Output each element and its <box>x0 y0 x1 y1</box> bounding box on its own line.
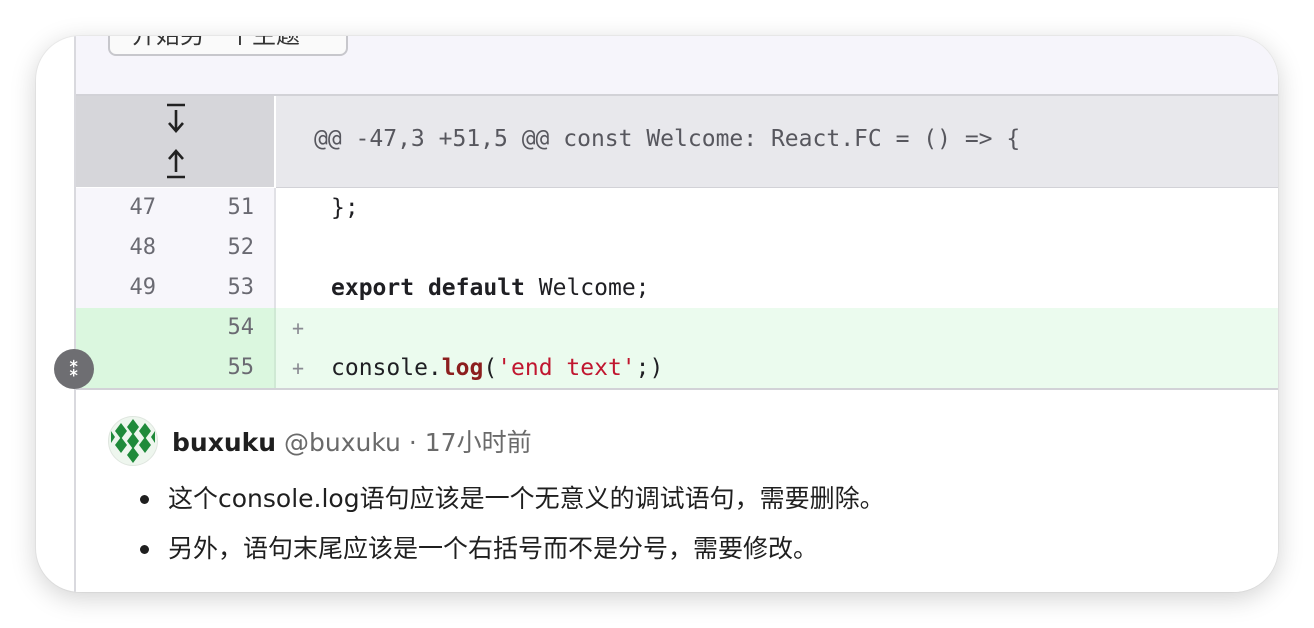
start-thread-button[interactable]: 开始另一个主题 <box>108 36 348 56</box>
code-punctuation: ;) <box>635 355 664 381</box>
comment-bullet: 这个console.log语句应该是一个无意义的调试语句，需要删除。 <box>140 474 885 524</box>
old-line-number[interactable]: 49 <box>76 268 157 308</box>
avatar[interactable] <box>108 416 158 466</box>
diff-line-row-added: 54 + <box>76 308 1278 348</box>
diff-line-row-added: 55 + console.log('end text';) <box>76 348 1278 388</box>
hunk-header: @@ -47,3 +51,5 @@ const Welcome: React.F… <box>276 96 1278 189</box>
diff-marker: + <box>292 356 305 380</box>
code-identifier: Welcome; <box>538 275 650 301</box>
diff-marker: + <box>292 316 305 340</box>
expand-down-icon[interactable] <box>164 102 188 136</box>
diff-line-row: 48 52 <box>76 228 1278 268</box>
comment: buxuku @buxuku · 17小时前 这个console.log语句应该… <box>76 390 1278 592</box>
code-function: log <box>441 355 484 381</box>
code-punctuation: ( <box>483 355 498 381</box>
avatar-pattern-icon <box>111 419 155 463</box>
code-identifier: console. <box>331 355 442 381</box>
collapse-icon: ⁑ <box>68 357 80 381</box>
code-string: 'end text' <box>497 355 636 381</box>
diff-line-row: 49 53 export default Welcome; <box>76 268 1278 308</box>
diff-lines: 47 51 }; 48 52 49 53 export default Welc… <box>76 188 1278 388</box>
old-line-number[interactable] <box>76 308 156 348</box>
code-keyword: export <box>331 275 415 301</box>
expand-up-icon[interactable] <box>164 146 188 180</box>
separator-dot: · <box>408 428 417 457</box>
hunk-header-text: @@ -47,3 +51,5 @@ const Welcome: React.F… <box>314 126 1021 152</box>
comment-username[interactable]: buxuku <box>172 428 276 457</box>
comment-timestamp[interactable]: 17小时前 <box>425 428 532 457</box>
comment-author-line: buxuku @buxuku · 17小时前 <box>172 423 532 459</box>
hunk-expand-gutter <box>76 96 274 187</box>
comment-bullet: 另外，语句末尾应该是一个右括号而不是分号，需要修改。 <box>140 524 885 574</box>
diff-comment-card: 开始另一个主题 @@ -47,3 +51,5 @@ const Welcome:… <box>36 36 1278 592</box>
code-line: console.log('end text';) <box>331 348 663 388</box>
thread-top-section: 开始另一个主题 <box>76 36 1278 96</box>
old-line-number[interactable]: 48 <box>76 228 157 268</box>
comment-body: 这个console.log语句应该是一个无意义的调试语句，需要删除。 另外，语句… <box>140 474 885 574</box>
old-line-number[interactable]: 47 <box>76 188 157 228</box>
new-line-number[interactable]: 55 <box>180 348 255 388</box>
comment-toggle-button[interactable]: ⁑ <box>54 349 94 389</box>
new-line-number[interactable]: 51 <box>180 188 255 228</box>
comment-handle[interactable]: @buxuku <box>284 428 401 457</box>
code-keyword: default <box>427 275 525 301</box>
code-line: }; <box>331 195 359 221</box>
diff-line-row: 47 51 }; <box>76 188 1278 228</box>
new-line-number[interactable]: 52 <box>180 228 255 268</box>
new-line-number[interactable]: 54 <box>180 308 255 348</box>
new-line-number[interactable]: 53 <box>180 268 255 308</box>
code-line: export default Welcome; <box>331 268 650 308</box>
